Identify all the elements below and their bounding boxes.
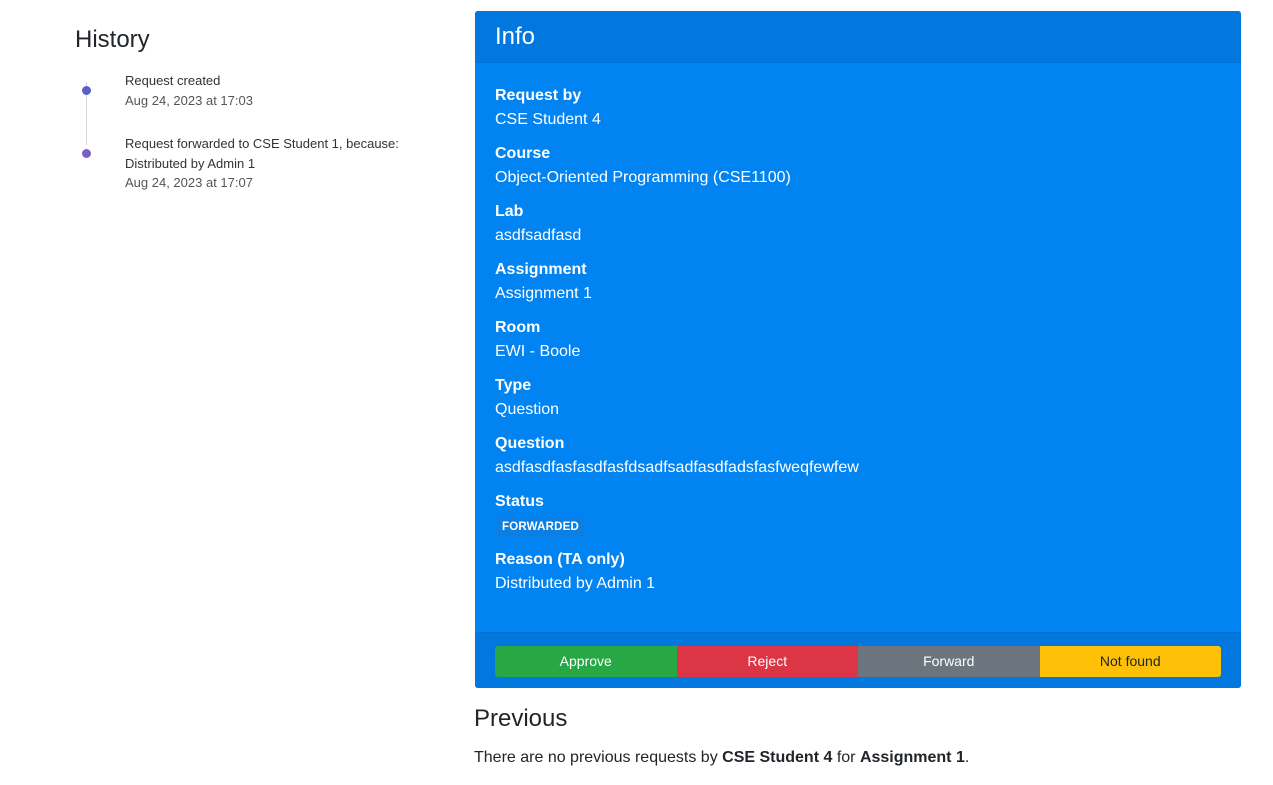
- previous-title: Previous: [474, 705, 568, 732]
- not-found-button[interactable]: Not found: [1039, 646, 1221, 677]
- info-title: Info: [495, 23, 536, 50]
- field-request-by: Request by CSE Student 4: [495, 86, 1221, 144]
- previous-message: There are no previous requests by CSE St…: [474, 748, 1254, 768]
- field-value: asdfasdfasfasdfasfdsadfsadfasdfadsfasfwe…: [495, 459, 859, 476]
- field-value: asdfsadfasd: [495, 227, 582, 244]
- timeline-item-text: Request forwarded to CSE Student 1, beca…: [125, 136, 399, 151]
- approve-button[interactable]: Approve: [495, 646, 677, 677]
- field-lab: Lab asdfsadfasd: [495, 202, 1221, 260]
- timeline-item-date: Aug 24, 2023 at 17:07: [125, 175, 253, 190]
- timeline-item: Request created Aug 24, 2023 at 17:03: [75, 71, 435, 134]
- field-value: CSE Student 4: [495, 111, 601, 128]
- field-value: FORWARDED: [495, 516, 1221, 537]
- previous-text-before: There are no previous requests by: [474, 749, 723, 766]
- field-value: Distributed by Admin 1: [495, 575, 656, 592]
- timeline-item-text: Request created: [125, 73, 221, 88]
- field-label: Request by: [495, 87, 582, 104]
- previous-assignment: Assignment 1: [859, 749, 965, 766]
- field-assignment: Assignment Assignment 1: [495, 260, 1221, 318]
- info-card-footer: Approve Reject Forward Not found: [475, 632, 1241, 688]
- field-label: Question: [495, 435, 565, 452]
- info-card: Info Request by CSE Student 4 Course Obj…: [475, 11, 1241, 688]
- action-button-group: Approve Reject Forward Not found: [495, 646, 1221, 677]
- field-label: Reason (TA only): [495, 551, 625, 568]
- timeline-dot-icon: [82, 86, 91, 95]
- field-room: Room EWI - Boole: [495, 318, 1221, 376]
- field-value: Question: [495, 401, 560, 418]
- forward-button[interactable]: Forward: [858, 646, 1040, 677]
- field-label: Course: [495, 145, 551, 162]
- info-card-header: Info: [475, 11, 1241, 63]
- field-label: Assignment: [495, 261, 587, 278]
- history-panel: History Request created Aug 24, 2023 at …: [75, 24, 435, 193]
- status-badge: FORWARDED: [495, 517, 586, 537]
- timeline-item: Request forwarded to CSE Student 1, beca…: [75, 134, 435, 193]
- info-card-body: Request by CSE Student 4 Course Object-O…: [475, 63, 1241, 608]
- field-label: Room: [495, 319, 541, 336]
- previous-section: Previous There are no previous requests …: [474, 703, 1254, 768]
- field-value: Assignment 1: [495, 285, 592, 302]
- timeline-dot-icon: [82, 149, 91, 158]
- field-reason: Reason (TA only) Distributed by Admin 1: [495, 550, 1221, 608]
- reject-button[interactable]: Reject: [676, 646, 858, 677]
- field-label: Lab: [495, 203, 524, 220]
- field-value: Object-Oriented Programming (CSE1100): [495, 169, 791, 186]
- field-type: Type Question: [495, 376, 1221, 434]
- field-label: Status: [495, 493, 544, 510]
- previous-text-mid: for: [832, 749, 860, 766]
- field-label: Type: [495, 377, 532, 394]
- page: History Request created Aug 24, 2023 at …: [0, 0, 1273, 785]
- timeline-item-reason: Distributed by Admin 1: [125, 155, 256, 171]
- timeline-item-date: Aug 24, 2023 at 17:03: [125, 92, 253, 108]
- field-question: Question asdfasdfasfasdfasfdsadfsadfasdf…: [495, 434, 1221, 492]
- field-value: EWI - Boole: [495, 343, 581, 360]
- field-course: Course Object-Oriented Programming (CSE1…: [495, 144, 1221, 202]
- history-timeline: Request created Aug 24, 2023 at 17:03 Re…: [75, 71, 435, 193]
- previous-text-after: .: [964, 749, 970, 766]
- history-title: History: [75, 26, 150, 53]
- field-status: Status FORWARDED: [495, 492, 1221, 550]
- previous-student: CSE Student 4: [722, 749, 833, 766]
